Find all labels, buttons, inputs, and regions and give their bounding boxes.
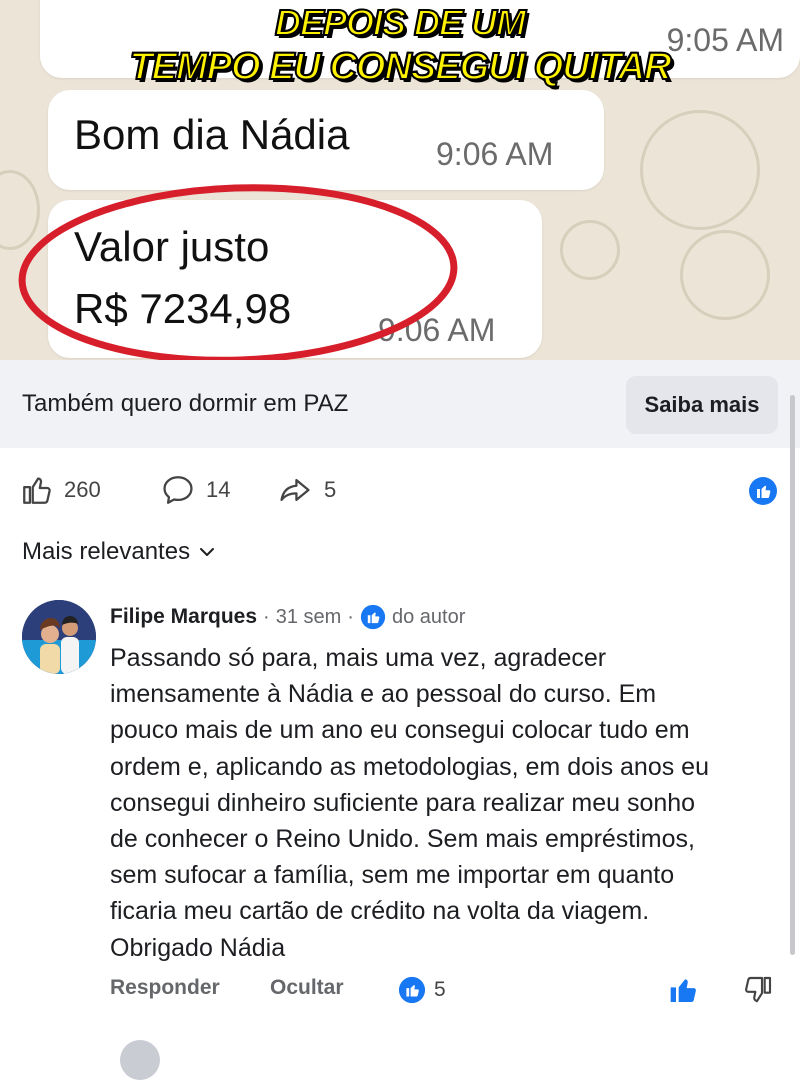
background-doodle bbox=[560, 220, 620, 280]
background-doodle bbox=[0, 170, 40, 250]
upvote-icon[interactable] bbox=[668, 974, 700, 1006]
sort-label: Mais relevantes bbox=[22, 538, 191, 565]
comment-button[interactable]: 14 bbox=[160, 474, 230, 506]
comment-like-count: 5 bbox=[434, 978, 446, 1001]
comment-count: 14 bbox=[206, 477, 231, 502]
ad-headline: Também quero dormir em PAZ bbox=[22, 390, 349, 417]
comment-text: Passando só para, mais uma vez, agradece… bbox=[110, 640, 790, 966]
message-text: Bom dia Nádia bbox=[74, 111, 350, 158]
message-time: 9:06 AM bbox=[378, 312, 496, 348]
share-arrow-icon bbox=[280, 478, 310, 502]
comment-line: Obrigado Nádia bbox=[110, 933, 286, 962]
avatar[interactable] bbox=[22, 600, 96, 674]
profile-photo bbox=[22, 600, 96, 674]
message-time: 9:06 AM bbox=[436, 136, 554, 172]
separator-dot: · bbox=[263, 605, 270, 628]
headline-line1: DEPOIS DE UM bbox=[274, 1, 527, 44]
headline-line2: TEMPO EU CONSEGUI QUITAR bbox=[128, 45, 672, 89]
comment-line: ordem e, aplicando as metodologias, em d… bbox=[110, 752, 709, 781]
message-text-line2: R$ 7234,98 bbox=[74, 285, 292, 332]
comment-line: consegui dinheiro suficiente para realiz… bbox=[110, 788, 696, 817]
chevron-down-icon bbox=[200, 548, 215, 556]
comment-author[interactable]: Filipe Marques bbox=[110, 605, 257, 629]
like-button[interactable]: 260 bbox=[20, 474, 101, 506]
chat-bubble-value: Valor justo R$ 7234,98 9:06 AM bbox=[48, 200, 542, 358]
comment-bubble-icon bbox=[163, 476, 193, 504]
comment-line: imensamente à Nádia e ao pessoal do curs… bbox=[110, 680, 657, 709]
comment-reactions[interactable]: 5 bbox=[398, 976, 446, 1004]
reply-button[interactable]: Responder bbox=[110, 976, 220, 1000]
share-button[interactable]: 5 bbox=[276, 474, 336, 506]
comment-line: Passando só para, mais uma vez, agradece… bbox=[110, 644, 607, 672]
like-count: 260 bbox=[64, 477, 101, 502]
next-comment-avatar[interactable] bbox=[120, 1040, 160, 1080]
reaction-like-icon[interactable] bbox=[748, 476, 778, 506]
comment-line: de conhecer o Reino Unido. Sem mais empr… bbox=[110, 825, 695, 854]
downvote-icon[interactable] bbox=[742, 974, 774, 1006]
comment-header: Filipe Marques · 31 sem · do autor bbox=[110, 604, 465, 630]
hide-button[interactable]: Ocultar bbox=[270, 976, 344, 1000]
comment-timestamp[interactable]: 31 sem bbox=[276, 606, 342, 629]
comment-line: ficaria meu cartão de crédito na volta d… bbox=[110, 897, 650, 926]
scrollbar[interactable] bbox=[790, 395, 795, 955]
reaction-like-icon bbox=[398, 976, 426, 1004]
message-text-line1: Valor justo bbox=[74, 223, 270, 270]
author-like-icon bbox=[360, 604, 386, 630]
thumbs-up-icon bbox=[23, 477, 51, 504]
share-count: 5 bbox=[324, 477, 337, 502]
chat-bubble-greeting: Bom dia Nádia 9:06 AM bbox=[48, 90, 604, 190]
author-badge: do autor bbox=[391, 605, 466, 628]
post-image[interactable]: 9:05 AM Bom dia Nádia 9:06 AM Valor just… bbox=[0, 0, 800, 360]
learn-more-button[interactable]: Saiba mais bbox=[626, 376, 778, 434]
sort-comments-dropdown[interactable]: Mais relevantes bbox=[22, 538, 216, 566]
separator-dot: · bbox=[347, 605, 354, 628]
comment-line: sem sufocar a família, sem me importar e… bbox=[110, 861, 675, 890]
comment-line: pouco mais de um ano eu consegui colocar… bbox=[110, 716, 690, 745]
background-doodle bbox=[680, 230, 770, 320]
background-doodle bbox=[640, 110, 760, 230]
